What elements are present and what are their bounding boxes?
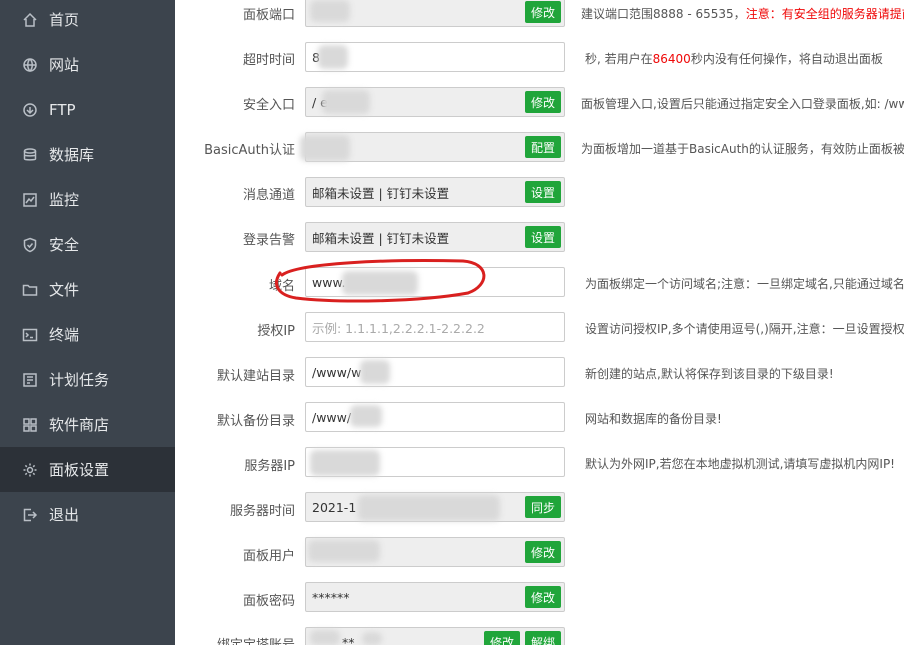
redaction-blur (318, 45, 348, 69)
set-login-alert-button[interactable]: 设置 (525, 226, 562, 248)
redaction-blur (362, 632, 382, 645)
config-basicauth-button[interactable]: 配置 (525, 136, 562, 158)
globe-icon (22, 57, 38, 73)
redaction-blur (310, 0, 350, 22)
label-panel-user: 面板用户 (242, 549, 295, 564)
unbind-account-button[interactable]: 解绑 (525, 631, 562, 645)
redaction-blur (310, 630, 340, 645)
label-server-ip: 服务器IP (244, 459, 295, 474)
modify-password-button[interactable]: 修改 (525, 586, 562, 608)
redaction-blur (308, 540, 380, 562)
modify-port-button[interactable]: 修改 (525, 1, 562, 23)
annotation-circle (275, 259, 486, 303)
redaction-blur (360, 360, 390, 384)
sidebar-item-security[interactable]: 安全 (0, 222, 175, 267)
hint-auth-ip: 设置访问授权IP,多个请使用逗号(,)隔开,注意：一旦设置授权IP (585, 322, 904, 336)
home-icon (22, 12, 38, 28)
hint-domain: 为面板绑定一个访问域名;注意：一旦绑定域名,只能通过域名 (585, 277, 904, 291)
modify-entry-button[interactable]: 修改 (525, 91, 562, 113)
sidebar-item-website[interactable]: 网站 (0, 42, 175, 87)
sidebar: 首页 网站 FTP 数据库 监控 安全 文件 终端 计划任务 软件商店 面板设置 (0, 0, 175, 645)
calendar-icon (22, 372, 38, 388)
sidebar-item-label: 网站 (49, 56, 80, 74)
redaction-blur (322, 90, 370, 114)
sidebar-item-label: 计划任务 (49, 371, 110, 389)
sidebar-item-store[interactable]: 软件商店 (0, 402, 175, 447)
label-login-alert: 登录告警 (242, 233, 295, 248)
auth-ip-input[interactable]: 示例: 1.1.1.1,2.2.2.1-2.2.2.2 (305, 312, 565, 342)
sidebar-item-panel-settings[interactable]: 面板设置 (0, 447, 175, 492)
sidebar-item-label: 退出 (49, 506, 80, 524)
label-timeout: 超时时间 (242, 53, 295, 68)
sidebar-item-label: 数据库 (49, 146, 95, 164)
label-site-dir: 默认建站目录 (216, 369, 295, 384)
sync-time-button[interactable]: 同步 (525, 496, 562, 518)
sidebar-item-terminal[interactable]: 终端 (0, 312, 175, 357)
sidebar-item-files[interactable]: 文件 (0, 267, 175, 312)
sidebar-item-cron[interactable]: 计划任务 (0, 357, 175, 402)
hint-basicauth: 为面板增加一道基于BasicAuth的认证服务，有效防止面板被扫 (581, 142, 904, 156)
site-dir-input[interactable]: /www/w ot (305, 357, 565, 387)
folder-icon (22, 282, 38, 298)
label-panel-password: 面板密码 (242, 594, 295, 609)
label-message-channel: 消息通道 (242, 188, 295, 203)
sidebar-item-label: 软件商店 (49, 416, 110, 434)
hint-backup-dir: 网站和数据库的备份目录! (585, 412, 722, 426)
sidebar-item-database[interactable]: 数据库 (0, 132, 175, 177)
label-bind-account: 绑定宝塔账号 (175, 634, 295, 645)
backup-dir-input[interactable]: /www/ (305, 402, 565, 432)
sidebar-item-label: 面板设置 (49, 461, 110, 479)
sidebar-item-logout[interactable]: 退出 (0, 492, 175, 537)
label-basicauth: BasicAuth认证 (204, 143, 295, 158)
sidebar-item-monitor[interactable]: 监控 (0, 177, 175, 222)
sidebar-item-home[interactable]: 首页 (0, 0, 175, 42)
label-panel-port: 面板端口 (242, 8, 295, 23)
apps-icon (22, 417, 38, 433)
sidebar-item-label: FTP (49, 100, 76, 119)
redaction-blur (358, 495, 500, 521)
gear-icon (22, 462, 38, 478)
sidebar-item-label: 安全 (49, 236, 80, 254)
hint-entry: 面板管理入口,设置后只能通过指定安全入口登录面板,如: /ww (581, 97, 904, 111)
shield-icon (22, 237, 38, 253)
redaction-blur (300, 135, 350, 161)
terminal-icon (22, 327, 38, 343)
modify-account-button[interactable]: 修改 (484, 631, 521, 645)
label-entry: 安全入口 (242, 98, 295, 113)
label-auth-ip: 授权IP (257, 324, 295, 339)
monitor-icon (22, 192, 38, 208)
redaction-blur (310, 450, 380, 476)
hint-timeout: 秒, 若用户在86400秒内没有任何操作，将自动退出面板 (585, 52, 883, 66)
sidebar-item-ftp[interactable]: FTP (0, 87, 175, 132)
label-backup-dir: 默认备份目录 (216, 414, 295, 429)
label-server-time: 服务器时间 (229, 504, 295, 519)
hint-server-ip: 默认为外网IP,若您在本地虚拟机测试,请填写虚拟机内网IP! (585, 457, 895, 471)
sidebar-item-label: 监控 (49, 191, 80, 209)
hint-panel-port: 建议端口范围8888 - 65535，注意：有安全组的服务器请提前 (581, 7, 904, 21)
database-icon (22, 147, 38, 163)
redaction-blur (350, 405, 382, 427)
modify-user-button[interactable]: 修改 (525, 541, 562, 563)
sidebar-item-label: 终端 (49, 326, 80, 344)
hint-site-dir: 新创建的站点,默认将保存到该目录的下级目录! (585, 367, 834, 381)
logout-icon (22, 507, 38, 523)
sidebar-item-label: 首页 (49, 11, 80, 29)
ftp-icon (22, 102, 38, 118)
sidebar-item-label: 文件 (49, 281, 80, 299)
set-message-channel-button[interactable]: 设置 (525, 181, 562, 203)
